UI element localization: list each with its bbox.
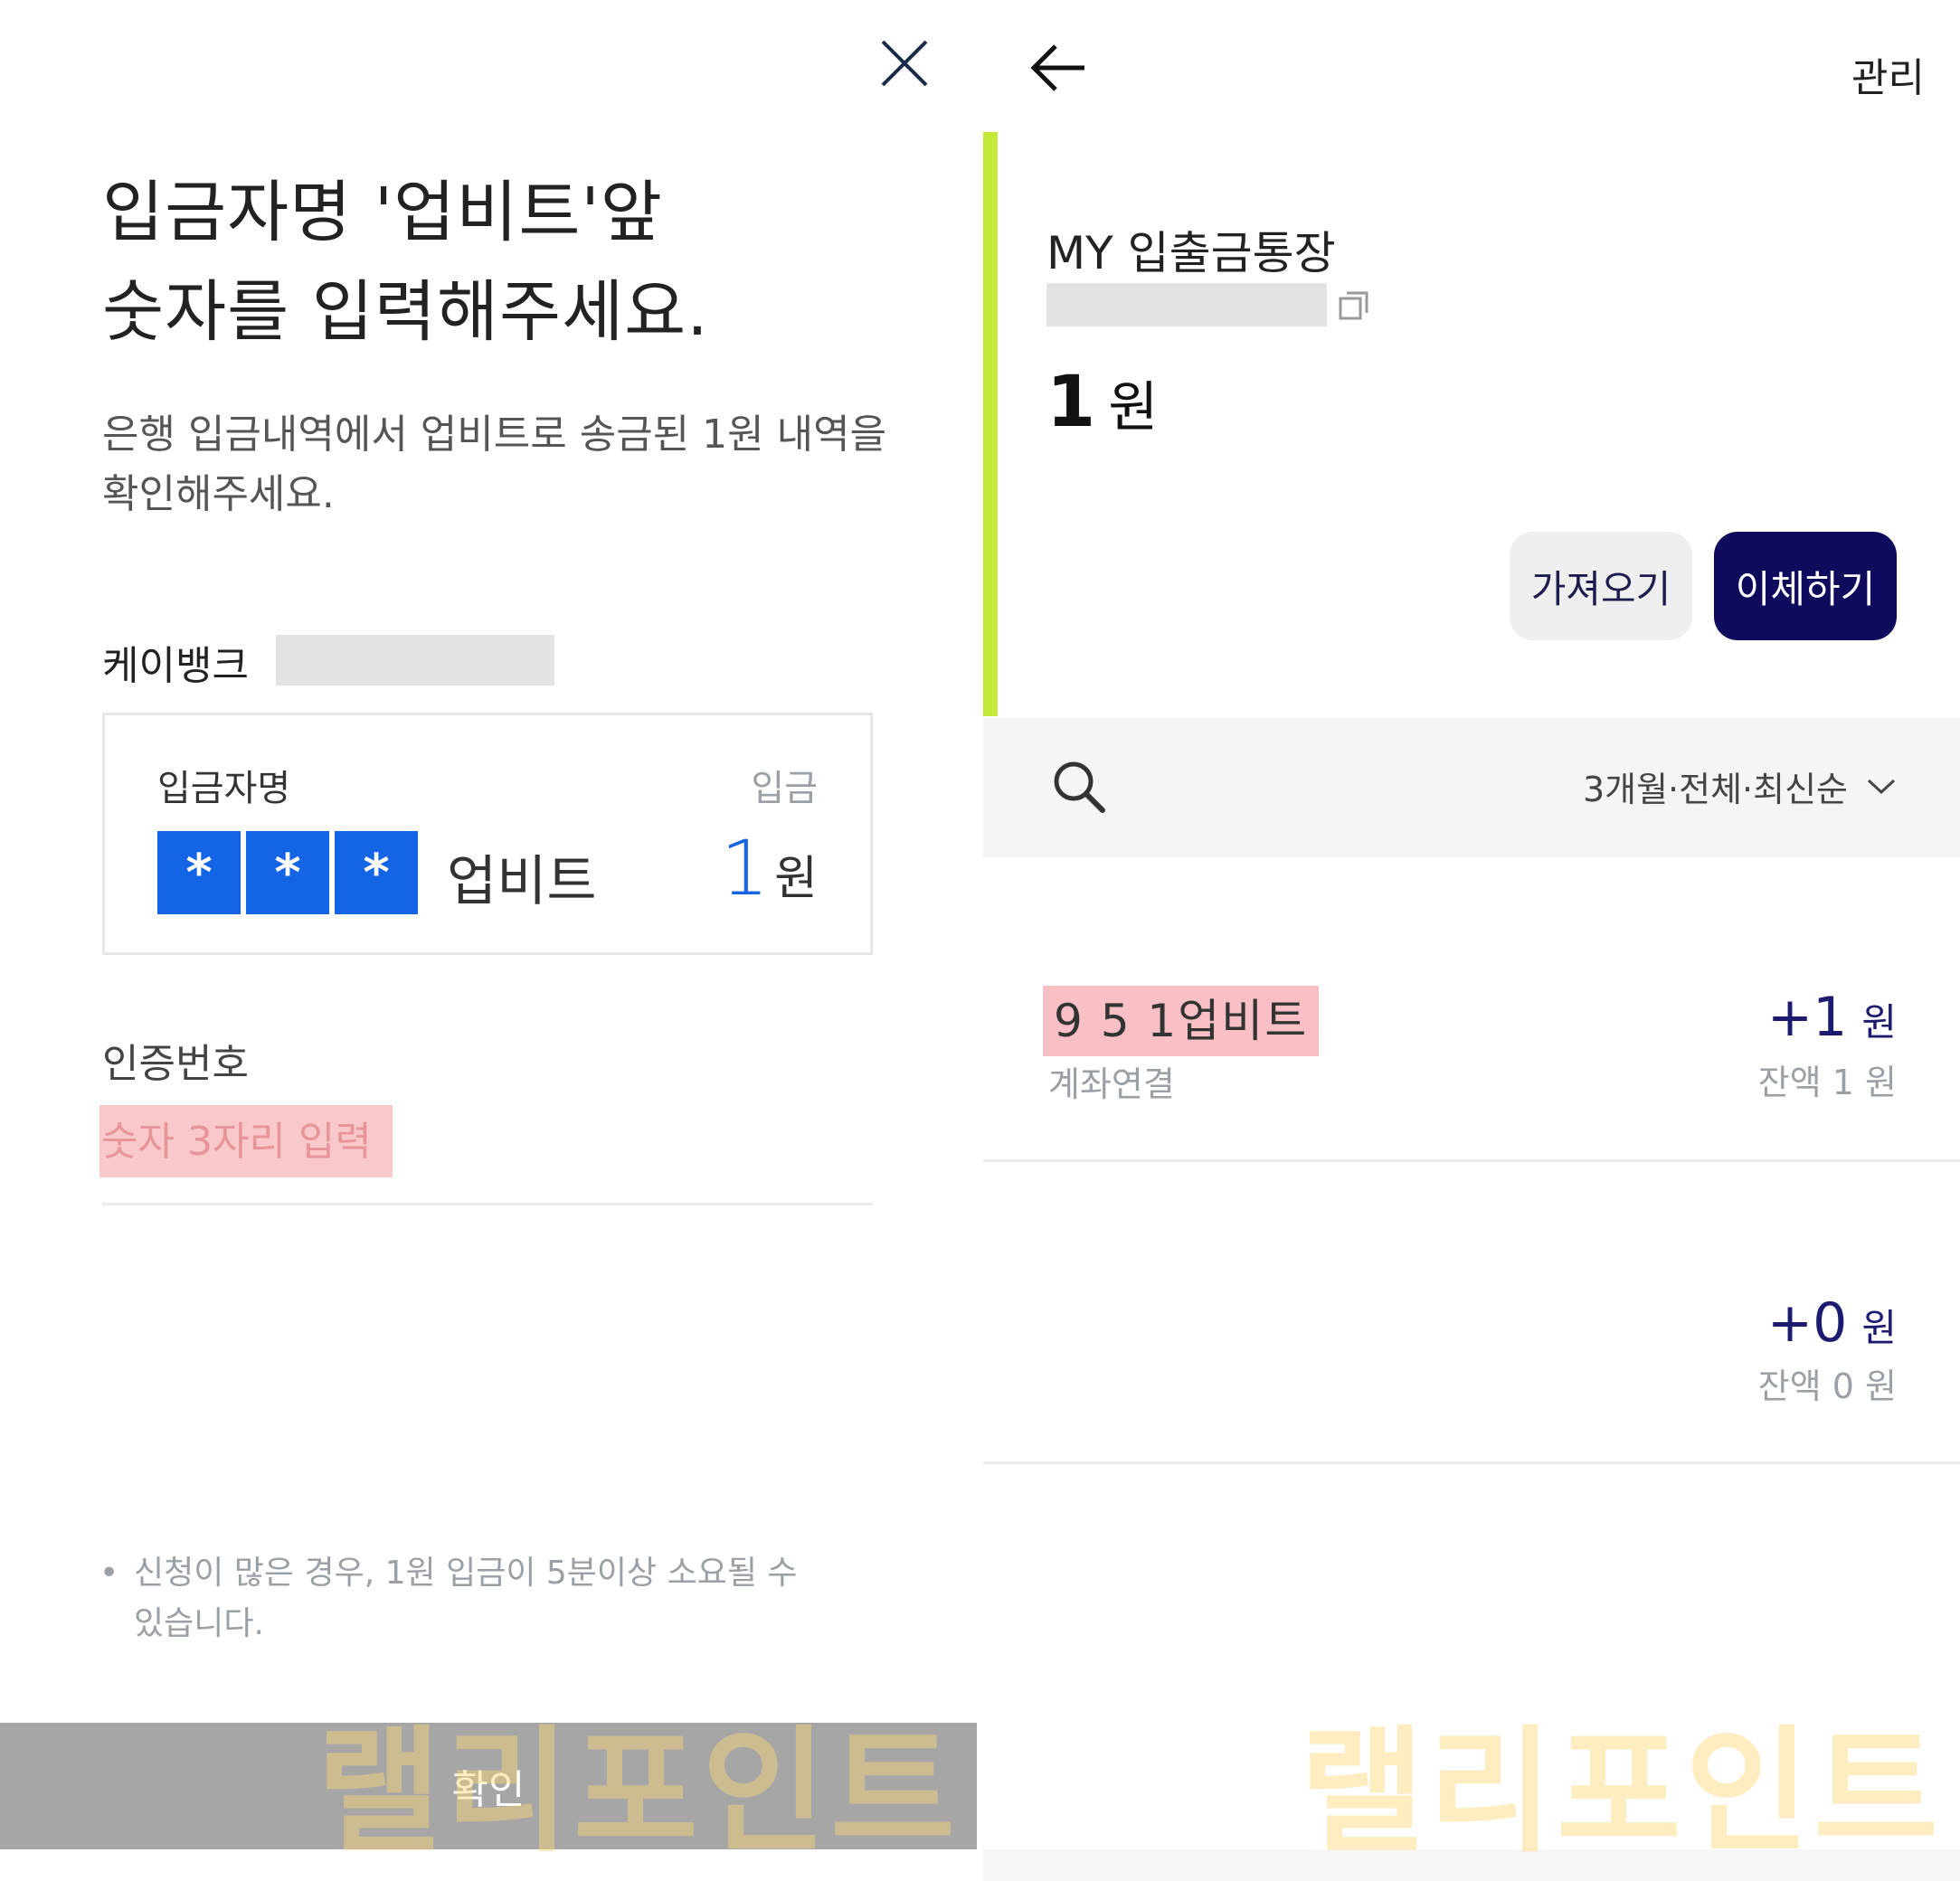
deposit-label: 입금	[751, 768, 818, 809]
deposit-verification-panel: 입금자명 '업비트'앞 숫자를 입력해주세요. 은행 입금내역에서 업비트로 송…	[0, 0, 977, 1881]
bank-name: 케이뱅크	[102, 643, 249, 689]
manage-button[interactable]: 관리	[1851, 45, 1925, 103]
transaction-balance: 잔액 1 원	[1757, 1063, 1897, 1102]
amount-unit: 원	[1861, 1306, 1897, 1350]
deposit-amount: 1원	[721, 824, 818, 912]
deposit-example-card: 입금자명 입금 * * * 업비트 1원	[102, 713, 873, 955]
sender-name: 업비트	[447, 850, 597, 913]
chevron-down-icon	[1867, 779, 1896, 794]
balance-unit: 원	[1108, 376, 1159, 440]
redacted-account-number	[1046, 283, 1327, 326]
auth-code-input[interactable]	[99, 1105, 393, 1177]
amount-unit: 원	[1861, 1000, 1897, 1044]
description-text: 은행 입금내역에서 업비트로 송금된 1원 내역을 확인해주세요.	[102, 411, 887, 517]
watermark: 랠리포인트	[317, 1714, 960, 1871]
row-divider	[983, 1159, 1960, 1162]
account-detail-panel: 관리 MY 입출금통장 1원 가져오기 이체하기 3개월·전체·최신순 9 5 …	[983, 0, 1960, 1881]
search-filter-bar: 3개월·전체·최신순	[983, 718, 1960, 857]
transfer-button[interactable]: 이체하기	[1714, 532, 1897, 640]
filter-dropdown[interactable]: 3개월·전체·최신순	[1583, 761, 1897, 811]
copy-icon[interactable]	[1338, 289, 1370, 322]
title-line-2: 숫자를 입력해주세요.	[102, 273, 709, 351]
amount-value: +0	[1766, 1291, 1848, 1355]
transaction-amount: +0 원	[1767, 1291, 1897, 1355]
redacted-account-number	[276, 635, 554, 685]
watermark: 랠리포인트	[1300, 1714, 1943, 1871]
transaction-balance: 잔액 0 원	[1757, 1366, 1897, 1406]
masked-code-boxes: * * *	[157, 831, 418, 914]
masked-digit: *	[246, 831, 329, 914]
notice-text: • 신청이 많은 경우, 1원 입금이 5분이상 소요될 수 있습니다.	[99, 1548, 805, 1649]
input-underline	[102, 1203, 873, 1205]
fetch-button[interactable]: 가져오기	[1510, 532, 1692, 640]
filter-label: 3개월·전체·최신순	[1582, 770, 1848, 809]
masked-digit: *	[335, 831, 418, 914]
auth-code-label: 인증번호	[102, 1041, 249, 1087]
back-arrow-icon[interactable]	[1028, 41, 1088, 95]
transaction-amount: +1 원	[1767, 986, 1897, 1049]
close-icon[interactable]	[877, 36, 932, 90]
amount-value: +1	[1766, 986, 1848, 1049]
page-title: 입금자명 '업비트'앞 숫자를 입력해주세요.	[102, 163, 709, 362]
account-balance: 1원	[1046, 362, 1158, 443]
bullet-icon: •	[99, 1555, 119, 1592]
title-line-1: 입금자명 '업비트'앞	[102, 174, 663, 251]
account-name: MY 입출금통장	[1046, 227, 1336, 279]
account-accent-bar	[983, 132, 998, 716]
depositor-label: 입금자명	[157, 768, 291, 809]
transaction-title: 9 5 1업비트	[1043, 986, 1320, 1056]
notice-body: 신청이 많은 경우, 1원 입금이 5분이상 소요될 수 있습니다.	[134, 1555, 798, 1642]
row-divider	[983, 1461, 1960, 1464]
transaction-subtitle: 계좌연결	[1048, 1064, 1175, 1104]
amount-value: 1	[720, 824, 770, 912]
masked-digit: *	[157, 831, 241, 914]
search-icon[interactable]	[1050, 758, 1106, 814]
balance-value: 1	[1046, 362, 1096, 443]
amount-unit: 원	[774, 852, 818, 906]
